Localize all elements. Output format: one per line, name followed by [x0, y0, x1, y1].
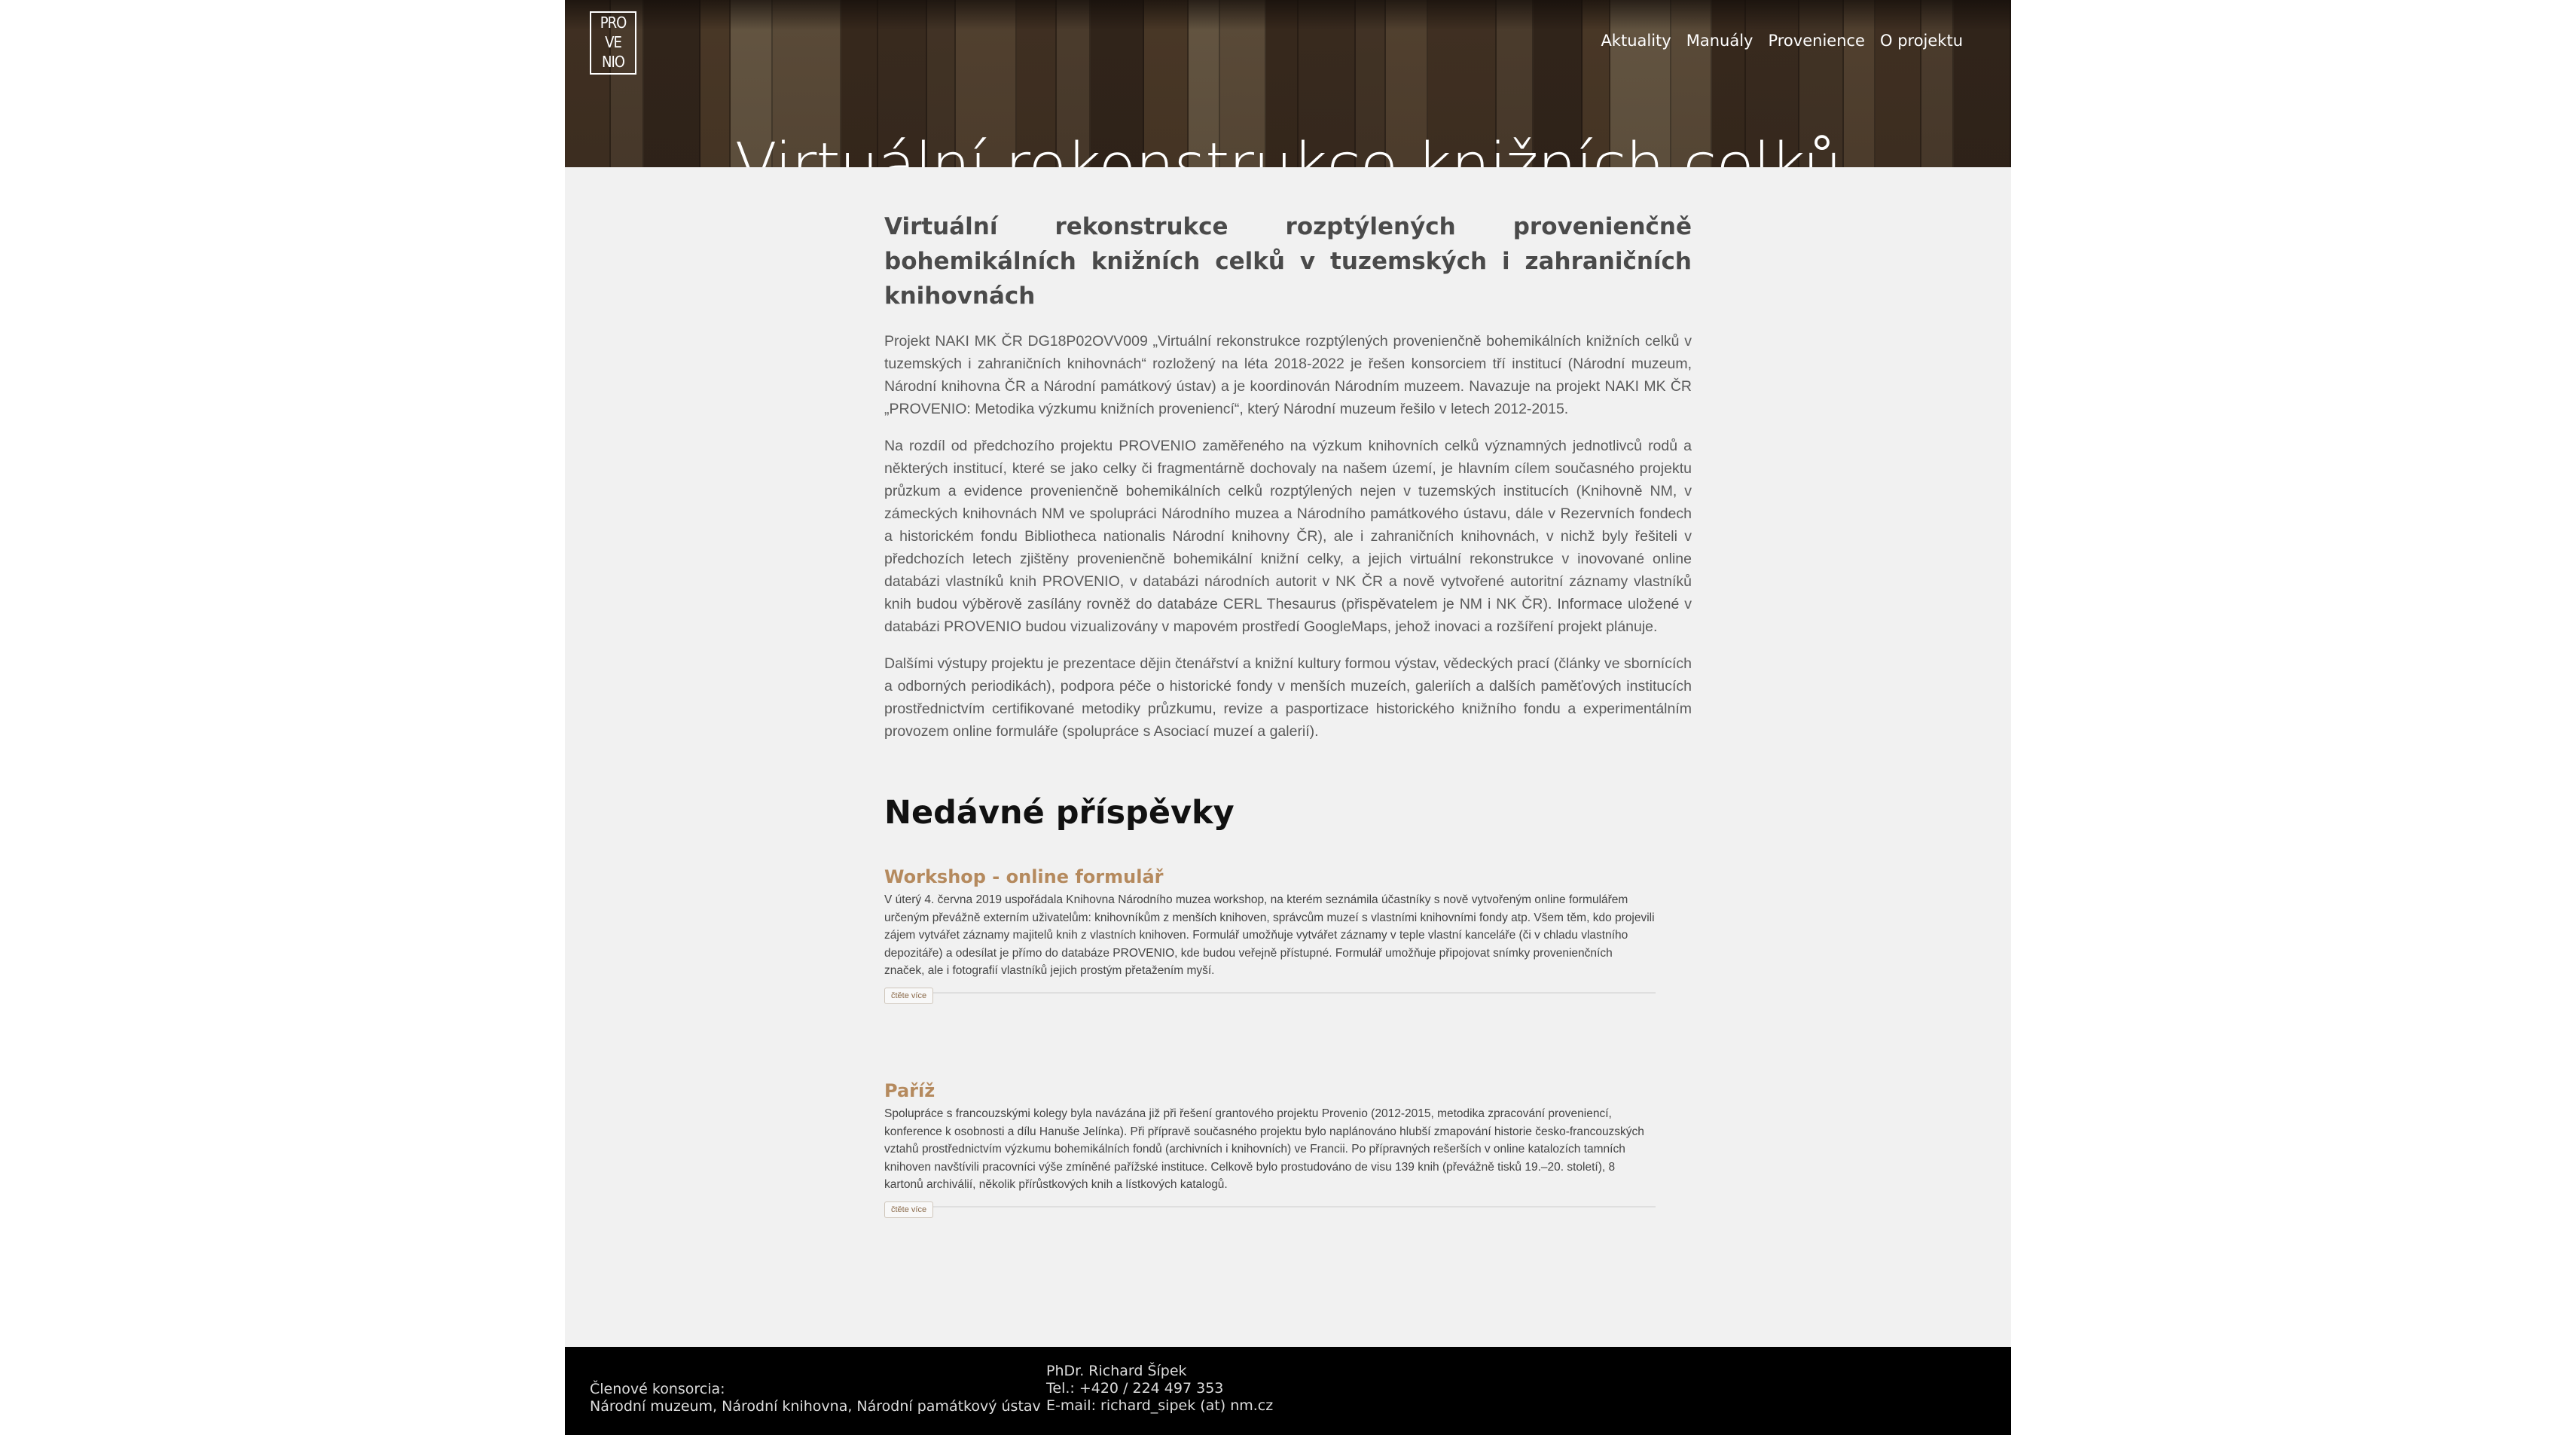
page: PRO VE NIO Aktuality Manuály Provenience…: [565, 0, 2011, 1435]
post-title-link[interactable]: Workshop - online formulář: [884, 866, 1656, 887]
footer-members-label: Členové konsorcia:: [590, 1381, 725, 1397]
post-excerpt: Spolupráce s francouzskými kolegy byla n…: [884, 1107, 1644, 1191]
main-nav: Aktuality Manuály Provenience O projektu: [1601, 32, 1963, 50]
footer-contact-phone: Tel.: +420 / 224 497 353: [1046, 1380, 1224, 1397]
logo-line-2: VE: [605, 33, 622, 51]
recent-posts-heading: Nedávné příspěvky: [884, 794, 1235, 832]
logo-line-3: NIO: [602, 53, 625, 71]
intro-paragraph-1: Projekt NAKI MK ČR DG18P02OVV009 „Virtuá…: [884, 333, 1692, 417]
post-excerpt: V úterý 4. června 2019 uspořádala Knihov…: [884, 893, 1655, 977]
footer: Členové konsorcia: Národní muzeum, Národ…: [565, 1347, 2011, 1435]
post-item: Workshop - online formulář V úterý 4. če…: [884, 866, 1656, 1004]
nav-item-o-projektu[interactable]: O projektu: [1880, 32, 1963, 50]
footer-contact: PhDr. Richard Šípek Tel.: +420 / 224 497…: [1046, 1363, 1273, 1415]
hero-header: PRO VE NIO Aktuality Manuály Provenience…: [565, 0, 2011, 167]
main-content: Virtuální rekonstrukce rozptýlených prov…: [884, 209, 1692, 1218]
intro-paragraph-2: Na rozdíl od předchozího projektu PROVEN…: [884, 438, 1692, 635]
footer-members: Členové konsorcia: Národní muzeum, Národ…: [590, 1381, 1041, 1415]
footer-members-list: Národní muzeum, Národní knihovna, Národn…: [590, 1398, 1041, 1415]
footer-contact-email[interactable]: E-mail: richard_sipek (at) nm.cz: [1046, 1397, 1273, 1415]
footer-contact-name: PhDr. Richard Šípek: [1046, 1363, 1187, 1379]
read-more-button[interactable]: čtěte více: [884, 1201, 934, 1218]
read-more-button[interactable]: čtěte více: [884, 987, 934, 1004]
post-title-link[interactable]: Paříž: [884, 1080, 1656, 1101]
provenio-logo[interactable]: PRO VE NIO: [590, 11, 636, 75]
nav-item-manualy[interactable]: Manuály: [1686, 32, 1753, 50]
nav-item-aktuality[interactable]: Aktuality: [1601, 32, 1671, 50]
nav-item-provenience[interactable]: Provenience: [1768, 32, 1865, 50]
post-item: Paříž Spolupráce s francouzskými kolegy …: [884, 1080, 1656, 1218]
intro-paragraph-3: Dalšími výstupy projektu je prezentace d…: [884, 655, 1692, 740]
intro-heading: Virtuální rekonstrukce rozptýlených prov…: [884, 213, 1692, 310]
logo-line-1: PRO: [600, 14, 627, 32]
hero-title: Virtuální rekonstrukce knižních celků: [734, 130, 1842, 167]
